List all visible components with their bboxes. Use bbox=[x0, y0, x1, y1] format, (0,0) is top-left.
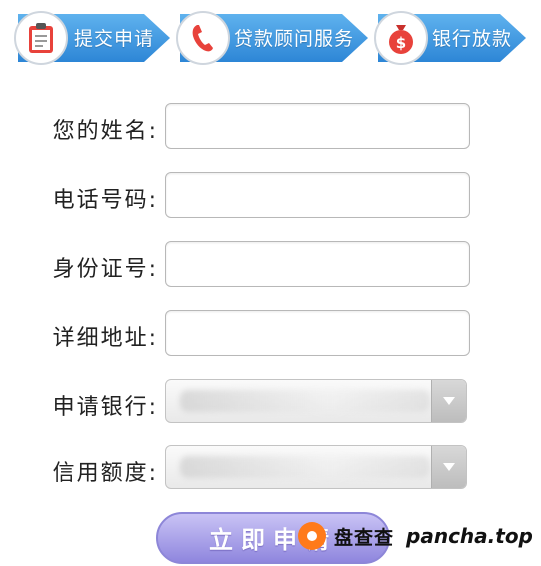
chevron-down-icon[interactable] bbox=[431, 380, 466, 422]
blurred-selection bbox=[180, 456, 430, 478]
step-label: 银行放款 bbox=[432, 28, 513, 50]
watermark-en: pancha.top bbox=[406, 524, 533, 548]
step-label: 贷款顾问服务 bbox=[234, 28, 355, 50]
watermark: 盘查查 pancha.top bbox=[298, 518, 541, 554]
form-row-bank: 申请银行: bbox=[0, 379, 541, 429]
pancha-logo-icon bbox=[298, 522, 326, 550]
phone-icon bbox=[176, 11, 230, 65]
blurred-selection bbox=[180, 390, 430, 412]
address-label: 详细地址: bbox=[52, 326, 158, 351]
phone-input[interactable] bbox=[165, 172, 470, 218]
svg-text:$: $ bbox=[396, 34, 406, 52]
form-row-address: 详细地址: bbox=[0, 310, 541, 360]
form-row-phone: 电话号码: bbox=[0, 172, 541, 222]
clipboard-icon bbox=[14, 11, 68, 65]
address-input[interactable] bbox=[165, 310, 470, 356]
form-row-name: 您的姓名: bbox=[0, 103, 541, 153]
id-number-input[interactable] bbox=[165, 241, 470, 287]
watermark-cn: 盘查查 bbox=[334, 526, 395, 549]
name-label: 您的姓名: bbox=[52, 119, 158, 144]
form-row-id: 身份证号: bbox=[0, 241, 541, 291]
chevron-down-icon[interactable] bbox=[431, 446, 466, 488]
credit-limit-select[interactable] bbox=[165, 445, 467, 489]
bank-label: 申请银行: bbox=[52, 395, 158, 420]
money-bag-icon: $ bbox=[374, 11, 428, 65]
name-input[interactable] bbox=[165, 103, 470, 149]
phone-label: 电话号码: bbox=[52, 188, 158, 213]
form-row-credit: 信用额度: bbox=[0, 445, 541, 495]
bank-select[interactable] bbox=[165, 379, 467, 423]
credit-limit-label: 信用额度: bbox=[52, 461, 158, 486]
progress-steps: 提交申请 贷款顾问服务 $ 银行放款 bbox=[0, 0, 541, 80]
id-number-label: 身份证号: bbox=[52, 257, 158, 282]
step-label: 提交申请 bbox=[74, 28, 155, 50]
